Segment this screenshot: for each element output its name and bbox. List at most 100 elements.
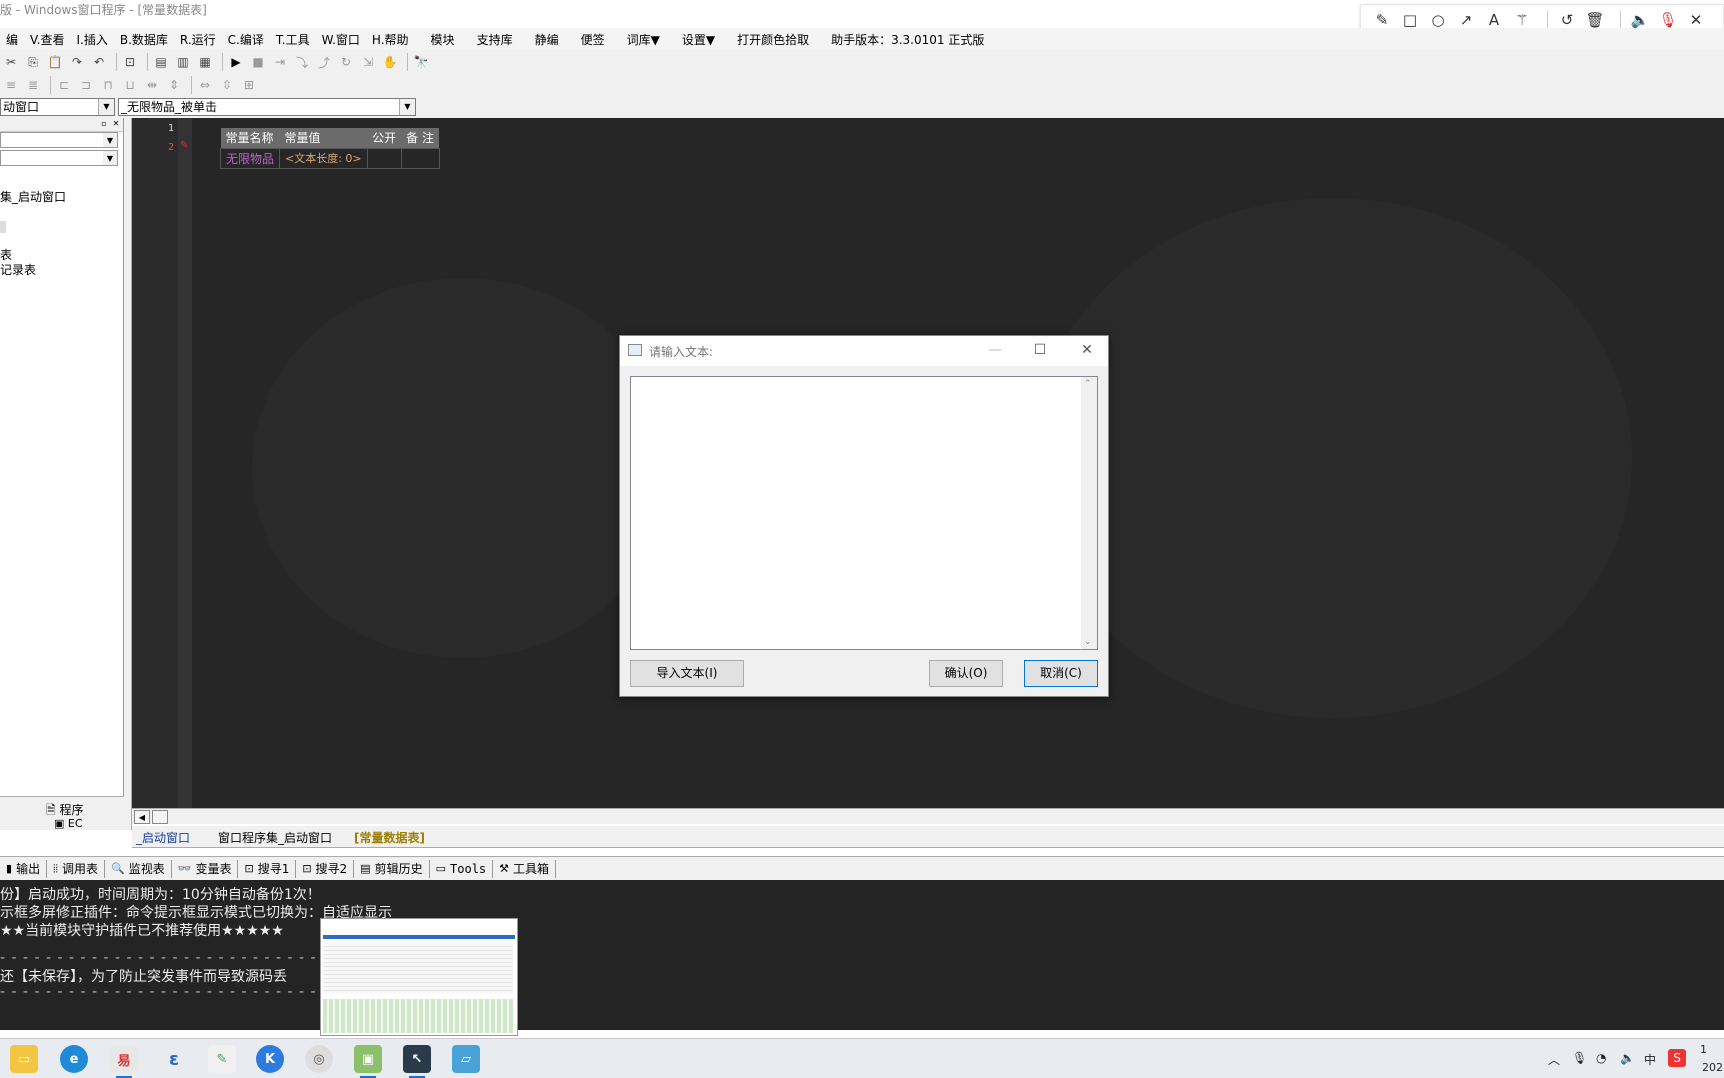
layout2-icon[interactable]: ▥	[174, 53, 192, 71]
panel-splitter[interactable]	[124, 118, 132, 830]
notepad-icon[interactable]: ✎	[208, 1045, 236, 1073]
run-to-cursor-icon[interactable]: ⇲	[359, 53, 377, 71]
ide-icon[interactable]: ε	[160, 1045, 188, 1073]
menu-static-compile[interactable]: 静编	[529, 31, 565, 48]
chevron-down-icon[interactable]: ▼	[399, 99, 415, 115]
panel-combo-2[interactable]: ▼	[0, 150, 118, 166]
cursor-app-icon[interactable]: ↖	[403, 1045, 431, 1078]
align-left-icon[interactable]: ⊏	[55, 76, 73, 94]
e-language-icon[interactable]: 易	[110, 1045, 138, 1078]
text-vscroll[interactable]: ⌃ ⌄	[1081, 377, 1097, 649]
menu-edit[interactable]: 编	[0, 31, 24, 48]
confirm-button[interactable]: 确认(O)	[929, 660, 1003, 687]
copy-icon[interactable]: ⎘	[24, 53, 42, 71]
tab-constant-table[interactable]: [常量数据表]	[354, 829, 425, 846]
tab-tools[interactable]: ▭ Tools	[430, 859, 494, 878]
cut-icon[interactable]: ✂	[2, 53, 20, 71]
tab-toolbox[interactable]: ⚒ 工具箱	[493, 859, 557, 878]
file-explorer-icon[interactable]: ▭	[10, 1045, 38, 1073]
align-icon[interactable]: ≡	[2, 76, 20, 94]
center-both-icon[interactable]: ⊞	[240, 76, 258, 94]
menu-tools[interactable]: T.工具	[270, 31, 316, 48]
tab-search2[interactable]: ⊡ 搜寻2	[296, 859, 355, 878]
scroll-up-icon[interactable]: ⌃	[1084, 379, 1092, 389]
menu-compile[interactable]: C.编译	[222, 31, 270, 48]
menu-run[interactable]: R.运行	[174, 31, 222, 48]
same-width-icon[interactable]: ⇹	[143, 76, 161, 94]
menu-settings[interactable]: 设置▼	[676, 31, 721, 48]
tree-item-window-set[interactable]: 集_启动窗口	[0, 188, 66, 205]
tab-output[interactable]: ▮ 输出	[0, 859, 48, 878]
align-center-icon[interactable]: ⊐	[77, 76, 95, 94]
object-select[interactable]: 动窗口 ▼	[0, 98, 115, 116]
menu-lexicon[interactable]: 词库▼	[621, 31, 666, 48]
chevron-down-icon[interactable]: ▼	[98, 99, 114, 115]
clock-time[interactable]: 1	[1700, 1043, 1707, 1056]
scroll-thumb[interactable]	[152, 810, 168, 824]
find-icon[interactable]: ⊡	[121, 53, 139, 71]
tab-variables[interactable]: 👓 变量表	[172, 859, 239, 878]
constant-value-cell[interactable]: <文本长度: 0>	[279, 147, 368, 169]
menu-notes[interactable]: 便签	[575, 31, 611, 48]
align-icon[interactable]: ≣	[24, 76, 42, 94]
disc-app-icon[interactable]: ◎	[305, 1045, 333, 1073]
image-app-icon[interactable]: ▣	[354, 1045, 382, 1078]
menu-view[interactable]: V.查看	[24, 31, 70, 48]
constant-public-cell[interactable]	[366, 147, 402, 169]
layout3-icon[interactable]: ▦	[196, 53, 214, 71]
pin-icon[interactable]: ▫	[99, 119, 109, 129]
layout1-icon[interactable]: ▤	[152, 53, 170, 71]
minimize-icon[interactable]: —	[985, 340, 1005, 360]
editor-hscroll[interactable]: ◀	[132, 808, 1724, 824]
menu-window[interactable]: W.窗口	[316, 31, 366, 48]
stop-icon[interactable]: ■	[249, 53, 267, 71]
sogou-ime-icon[interactable]: S	[1668, 1049, 1686, 1067]
table-row[interactable]: 无限物品 <文本长度: 0>	[219, 147, 440, 169]
same-height-icon[interactable]: ⇕	[165, 76, 183, 94]
align-top-icon[interactable]: ⊓	[99, 76, 117, 94]
scroll-left-icon[interactable]: ◀	[134, 810, 150, 824]
text-input-area[interactable]: ⌃ ⌄	[630, 376, 1098, 650]
paste-icon[interactable]: 📋	[46, 53, 64, 71]
volume-icon[interactable]: 🔈	[1620, 1051, 1635, 1065]
menu-insert[interactable]: I.插入	[71, 31, 114, 48]
edge-browser-icon[interactable]: e	[60, 1045, 88, 1073]
panel-combo-1[interactable]: ▼	[0, 132, 118, 148]
network-icon[interactable]: ◔	[1596, 1051, 1606, 1065]
tab-clip-history[interactable]: ▤ 剪辑历史	[354, 859, 430, 878]
output-panel[interactable]: 份】启动成功，时间周期为：10分钟自动备份1次！ 示框多屏修正插件：命令提示框显…	[0, 880, 1724, 1030]
redo-icon[interactable]: ↷	[68, 53, 86, 71]
menu-help[interactable]: H.帮助	[366, 31, 415, 48]
menu-color-picker[interactable]: 打开颜色拾取	[731, 31, 815, 48]
menu-support-lib[interactable]: 支持库	[471, 31, 519, 48]
constant-note-cell[interactable]	[400, 147, 440, 169]
notes-app-icon[interactable]: ▱	[452, 1045, 480, 1073]
tab-watch[interactable]: 🔍 监视表	[105, 859, 172, 878]
tab-window-set[interactable]: 窗口程序集_启动窗口	[218, 829, 332, 846]
k-app-icon[interactable]: K	[256, 1045, 284, 1073]
tree-node-icon[interactable]	[0, 221, 6, 233]
run-icon[interactable]: ▶	[227, 53, 245, 71]
clock-date[interactable]: 202	[1702, 1061, 1723, 1074]
center-v-icon[interactable]: ⇳	[218, 76, 236, 94]
step-icon[interactable]: ⇥	[271, 53, 289, 71]
tab-call-table[interactable]: ⦙⦙ 调用表	[47, 859, 106, 878]
close-icon[interactable]: ✕	[1077, 340, 1097, 360]
menu-module[interactable]: 模块	[425, 31, 461, 48]
menu-database[interactable]: B.数据库	[114, 31, 174, 48]
align-bottom-icon[interactable]: ⊔	[121, 76, 139, 94]
tab-ec[interactable]: ▣ EC	[54, 817, 83, 830]
event-select[interactable]: _无限物品_被单击 ▼	[118, 98, 416, 116]
tab-search1[interactable]: ⊡ 搜寻1	[238, 859, 297, 878]
binoculars-icon[interactable]: 🔭	[412, 53, 430, 71]
chevron-up-icon[interactable]: ︿	[1548, 1051, 1560, 1068]
window-thumbnail[interactable]	[320, 918, 518, 1036]
undo-icon[interactable]: ↶	[90, 53, 108, 71]
step-out-icon[interactable]: ⤴	[315, 53, 333, 71]
cancel-button[interactable]: 取消(C)	[1024, 660, 1098, 687]
constant-name-cell[interactable]: 无限物品	[219, 147, 281, 169]
center-h-icon[interactable]: ⇔	[196, 76, 214, 94]
chevron-down-icon[interactable]: ▼	[103, 151, 117, 165]
tree-item-record-table[interactable]: 记录表	[0, 261, 36, 278]
step-into-icon[interactable]: ⤵	[293, 53, 311, 71]
